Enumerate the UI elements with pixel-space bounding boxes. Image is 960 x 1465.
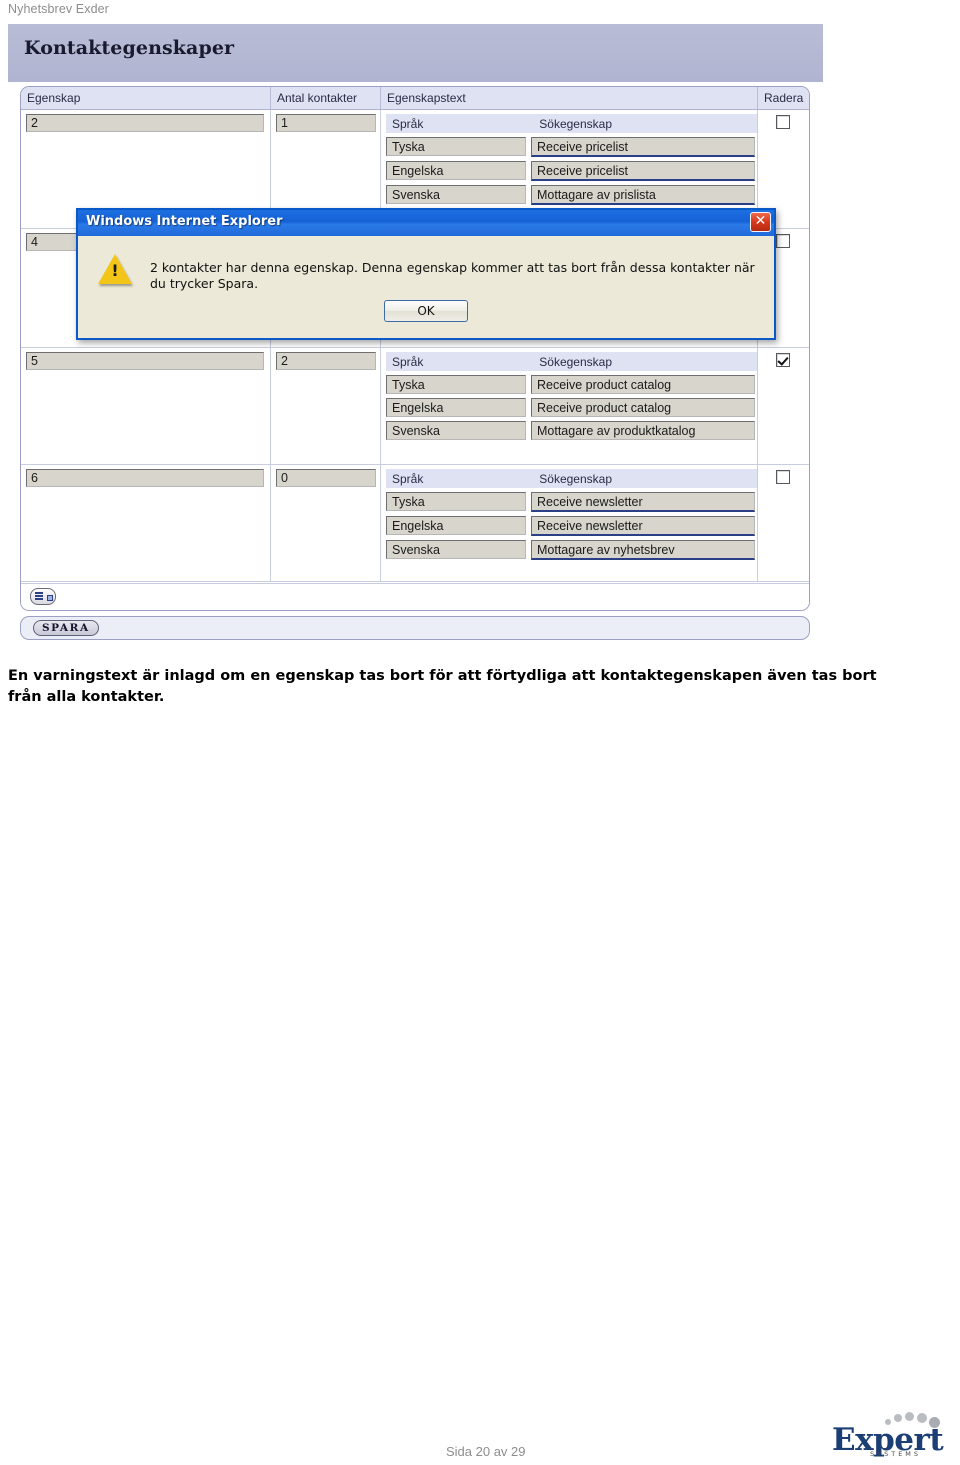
antal-kontakter-value: 2 bbox=[276, 352, 376, 370]
language-row: Engelska Receive product catalog bbox=[386, 398, 757, 417]
language-name: Engelska bbox=[386, 161, 526, 180]
sokegenskap-input[interactable]: Mottagare av prislista bbox=[531, 185, 755, 205]
language-table: Språk Sökegenskap Tyska Receive newslett… bbox=[386, 469, 757, 560]
page-number: Sida 20 av 29 bbox=[446, 1444, 526, 1459]
add-row-icon[interactable] bbox=[30, 588, 56, 605]
column-header-egenskapstext: Egenskapstext bbox=[381, 87, 758, 109]
subcolumn-header-sokegenskap: Sökegenskap bbox=[539, 116, 613, 131]
antal-kontakter-value: 0 bbox=[276, 469, 376, 487]
save-bar: SPARA bbox=[20, 616, 810, 640]
language-row: Svenska Mottagare av nyhetsbrev bbox=[386, 540, 757, 560]
application-screenshot: Kontaktegenskaper Egenskap Antal kontakt… bbox=[8, 24, 823, 640]
language-name: Engelska bbox=[386, 398, 526, 417]
ok-button[interactable]: OK bbox=[384, 300, 468, 322]
language-name: Svenska bbox=[386, 185, 526, 204]
close-icon[interactable]: ✕ bbox=[750, 212, 771, 232]
language-row: Engelska Receive newsletter bbox=[386, 516, 757, 536]
grid-header-row: Egenskap Antal kontakter Egenskapstext R… bbox=[21, 87, 809, 110]
dialog-body: ! 2 kontakter har denna egenskap. Denna … bbox=[78, 236, 774, 340]
sokegenskap-input[interactable]: Receive newsletter bbox=[531, 492, 755, 512]
sokegenskap-input[interactable]: Receive product catalog bbox=[531, 398, 755, 417]
language-table: Språk Sökegenskap Tyska Receive product … bbox=[386, 352, 757, 440]
dialog-title: Windows Internet Explorer bbox=[86, 214, 283, 229]
language-row: Tyska Receive pricelist bbox=[386, 137, 757, 157]
delete-checkbox[interactable] bbox=[776, 353, 790, 367]
language-table-header: Språk Sökegenskap bbox=[386, 469, 757, 488]
language-name: Engelska bbox=[386, 516, 526, 535]
logo-subtitle: SYSTEMS bbox=[870, 1450, 922, 1458]
language-name: Svenska bbox=[386, 540, 526, 559]
subcolumn-header-sprak: Språk bbox=[392, 471, 424, 486]
dialog-titlebar: Windows Internet Explorer ✕ bbox=[78, 210, 774, 236]
language-table-header: Språk Sökegenskap bbox=[386, 352, 757, 371]
language-row: Svenska Mottagare av prislista bbox=[386, 185, 757, 205]
page-title: Kontaktegenskaper bbox=[24, 37, 235, 59]
language-table-header: Språk Sökegenskap bbox=[386, 114, 757, 133]
language-name: Tyska bbox=[386, 492, 526, 511]
warning-triangle-icon: ! bbox=[98, 254, 134, 286]
cell-egenskap: 5 bbox=[21, 348, 271, 464]
sokegenskap-input[interactable]: Receive pricelist bbox=[531, 137, 755, 157]
egenskap-input[interactable]: 2 bbox=[26, 114, 264, 132]
close-icon-glyph: ✕ bbox=[754, 213, 767, 229]
add-row-marker bbox=[47, 595, 53, 601]
sokegenskap-input[interactable]: Mottagare av produktkatalog bbox=[531, 421, 755, 440]
contact-properties-panel: Egenskap Antal kontakter Egenskapstext R… bbox=[20, 86, 810, 611]
column-header-radera: Radera bbox=[764, 91, 804, 105]
add-row-lines bbox=[35, 592, 43, 602]
column-header-antal-kontakter: Antal kontakter bbox=[271, 87, 381, 109]
cell-egenskapstext: Språk Sökegenskap Tyska Receive product … bbox=[381, 348, 758, 464]
language-row: Svenska Mottagare av produktkatalog bbox=[386, 421, 757, 440]
language-name: Tyska bbox=[386, 375, 526, 394]
language-row: Tyska Receive product catalog bbox=[386, 375, 757, 394]
language-row: Tyska Receive newsletter bbox=[386, 492, 757, 512]
body-paragraph: En varningstext är inlagd om en egenskap… bbox=[8, 668, 877, 705]
panel-footer bbox=[21, 583, 809, 610]
dialog-message: 2 kontakter har denna egenskap. Denna eg… bbox=[150, 260, 755, 291]
sokegenskap-input[interactable]: Mottagare av nyhetsbrev bbox=[531, 540, 755, 560]
warning-exclamation: ! bbox=[111, 261, 119, 280]
sokegenskap-input[interactable]: Receive newsletter bbox=[531, 516, 755, 536]
warning-dialog: Windows Internet Explorer ✕ ! 2 kontakte… bbox=[76, 208, 776, 340]
cell-antal: 2 bbox=[271, 348, 381, 464]
delete-checkbox[interactable] bbox=[776, 115, 790, 129]
egenskap-input[interactable]: 6 bbox=[26, 469, 264, 487]
language-row: Engelska Receive pricelist bbox=[386, 161, 757, 181]
cell-radera bbox=[758, 348, 808, 464]
cell-egenskapstext: Språk Sökegenskap Tyska Receive newslett… bbox=[381, 465, 758, 581]
delete-checkbox[interactable] bbox=[776, 470, 790, 484]
subcolumn-header-sokegenskap: Sökegenskap bbox=[539, 471, 613, 486]
cell-antal: 0 bbox=[271, 465, 381, 581]
table-row: 5 2 Språk Sökegenskap Tyska Receive prod… bbox=[21, 348, 809, 465]
document-header: Nyhetsbrev Exder bbox=[8, 2, 109, 16]
column-header-egenskap: Egenskap bbox=[21, 87, 271, 109]
language-table: Språk Sökegenskap Tyska Receive pricelis… bbox=[386, 114, 757, 205]
delete-checkbox[interactable] bbox=[776, 234, 790, 248]
sokegenskap-input[interactable]: Receive pricelist bbox=[531, 161, 755, 181]
cell-radera bbox=[758, 465, 808, 581]
antal-kontakter-value: 1 bbox=[276, 114, 376, 132]
language-name: Svenska bbox=[386, 421, 526, 440]
subcolumn-header-sprak: Språk bbox=[392, 354, 424, 369]
subcolumn-header-sprak: Språk bbox=[392, 116, 424, 131]
table-row: 6 0 Språk Sökegenskap Tyska Receive news… bbox=[21, 465, 809, 582]
subcolumn-header-sokegenskap: Sökegenskap bbox=[539, 354, 613, 369]
cell-egenskap: 6 bbox=[21, 465, 271, 581]
language-name: Tyska bbox=[386, 137, 526, 156]
app-titlebar: Kontaktegenskaper bbox=[8, 24, 823, 82]
egenskap-input[interactable]: 5 bbox=[26, 352, 264, 370]
sokegenskap-input[interactable]: Receive product catalog bbox=[531, 375, 755, 394]
expert-systems-logo: Expert SYSTEMS bbox=[832, 1408, 954, 1460]
save-button[interactable]: SPARA bbox=[33, 620, 99, 636]
